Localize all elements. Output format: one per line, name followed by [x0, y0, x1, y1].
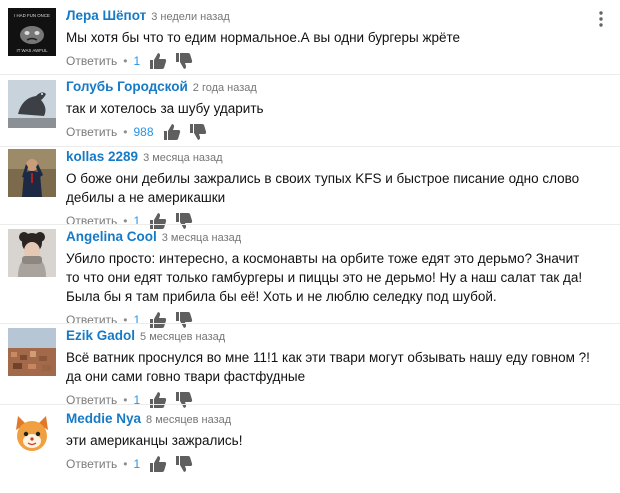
- comment-text: О боже они дебилы зажрались в своих тупы…: [66, 171, 580, 205]
- author-name[interactable]: Ezik Gadol: [66, 328, 135, 343]
- comment-item: Голубь Городской 2 года назад так и хотел…: [0, 75, 620, 157]
- comment-header: Лера Шёпот 3 недели назад: [66, 7, 590, 25]
- comment-header: Ezik Gadol 5 месяцев назад: [66, 327, 590, 345]
- separator-dot: •: [123, 54, 128, 68]
- comment-body: Голубь Городской 2 года назад так и хотел…: [66, 78, 590, 142]
- avatar-caption-top: I HAD FUN ONCE: [14, 13, 50, 18]
- pigeon-statue-avatar: [8, 80, 56, 128]
- avatar[interactable]: I HAD FUN ONCE IT WAS AWFUL: [8, 8, 56, 56]
- grumpy-cat-meme-avatar: I HAD FUN ONCE IT WAS AWFUL: [8, 8, 56, 56]
- avatar[interactable]: [8, 149, 56, 197]
- author-name[interactable]: Голубь Городской: [66, 79, 188, 94]
- comment-body: Angelina Cool 3 месяца назад Убило просто…: [66, 228, 590, 330]
- thumbs-down-icon[interactable]: [175, 455, 193, 473]
- comment-body: kollas 2289 3 месяца назад О боже они деб…: [66, 148, 590, 231]
- author-name[interactable]: Лера Шёпот: [66, 8, 146, 23]
- author-name[interactable]: kollas 2289: [66, 149, 138, 164]
- reply-button[interactable]: Ответить: [66, 457, 117, 471]
- man-in-suit-avatar: [8, 149, 56, 197]
- comment-actions: Ответить • 988: [66, 122, 590, 142]
- city-panorama-avatar: [8, 328, 56, 376]
- comment-text: Всё ватник проснулся во мне 11!1 как эти…: [66, 350, 590, 384]
- comment-header: kollas 2289 3 месяца назад: [66, 148, 590, 166]
- vertical-dots-menu-icon[interactable]: [596, 10, 606, 28]
- comment-text: эти американцы зажрались!: [66, 433, 243, 448]
- thumbs-up-icon[interactable]: [149, 455, 167, 473]
- comment-header: Angelina Cool 3 месяца назад: [66, 228, 590, 246]
- thumbs-down-icon[interactable]: [189, 123, 207, 141]
- avatar-caption-bottom: IT WAS AWFUL: [16, 48, 48, 53]
- avatar[interactable]: [8, 229, 56, 277]
- like-count: 1: [133, 457, 141, 471]
- reply-button[interactable]: Ответить: [66, 125, 117, 139]
- comment-header: Meddie Nya 8 месяцев назад: [66, 410, 590, 428]
- like-count: 988: [133, 125, 154, 139]
- thumbs-up-icon[interactable]: [149, 52, 167, 70]
- avatar[interactable]: [8, 410, 56, 458]
- author-name[interactable]: Angelina Cool: [66, 229, 157, 244]
- separator-dot: •: [123, 125, 128, 139]
- comment-actions: Ответить • 1: [66, 51, 590, 71]
- cartoon-fox-avatar: [8, 410, 56, 458]
- comment-time[interactable]: 8 месяцев назад: [146, 414, 231, 426]
- separator-dot: •: [123, 457, 128, 471]
- comment-item: kollas 2289 3 месяца назад О боже они деб…: [0, 147, 620, 229]
- comment-actions: Ответить • 1: [66, 454, 590, 474]
- thumbs-down-icon[interactable]: [175, 52, 193, 70]
- reply-button[interactable]: Ответить: [66, 54, 117, 68]
- comment-text: так и хотелось за шубу ударить: [66, 101, 264, 116]
- comment-time[interactable]: 3 месяца назад: [162, 232, 241, 244]
- comment-time[interactable]: 3 месяца назад: [143, 152, 222, 164]
- comment-body: Ezik Gadol 5 месяцев назад Всё ватник про…: [66, 327, 590, 410]
- comment-item: Meddie Nya 8 месяцев назад эти американцы…: [0, 405, 620, 487]
- comment-body: Лера Шёпот 3 недели назад Мы хотя бы что …: [66, 7, 590, 71]
- comment-time[interactable]: 3 недели назад: [151, 11, 230, 23]
- author-name[interactable]: Meddie Nya: [66, 411, 141, 426]
- like-count: 1: [133, 54, 141, 68]
- comment-time[interactable]: 2 года назад: [193, 82, 257, 94]
- comment-item: Angelina Cool 3 месяца назад Убило просто…: [0, 225, 620, 328]
- avatar[interactable]: [8, 80, 56, 128]
- comment-header: Голубь Городской 2 года назад: [66, 78, 590, 96]
- girl-with-scarf-avatar: [8, 229, 56, 277]
- thumbs-up-icon[interactable]: [163, 123, 181, 141]
- comment-text: Мы хотя бы что то едим нормальное.А вы о…: [66, 30, 461, 45]
- comment-item: I HAD FUN ONCE IT WAS AWFUL Лера Шёпот 3 …: [0, 0, 620, 82]
- avatar[interactable]: [8, 328, 56, 376]
- comment-body: Meddie Nya 8 месяцев назад эти американцы…: [66, 410, 590, 474]
- comment-item: Ezik Gadol 5 месяцев назад Всё ватник про…: [0, 324, 620, 408]
- comment-text: Убило просто: интересно, а космонавты на…: [66, 251, 583, 304]
- comment-time[interactable]: 5 месяцев назад: [140, 331, 225, 343]
